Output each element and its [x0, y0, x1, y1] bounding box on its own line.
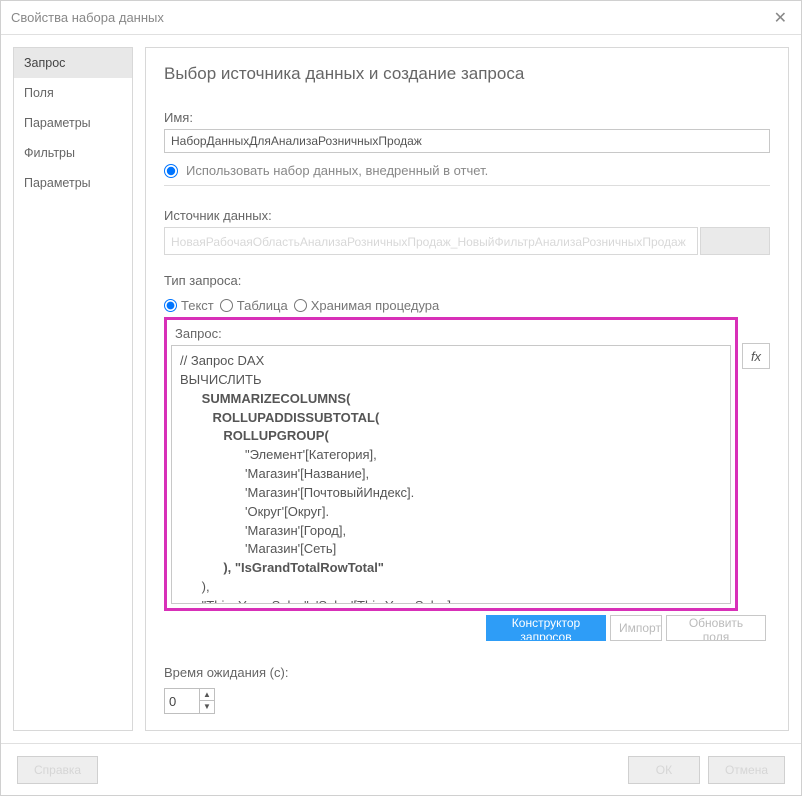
- divider: [164, 185, 770, 186]
- sidebar: Запрос Поля Параметры Фильтры Параметры: [13, 47, 133, 731]
- spinner-down-icon[interactable]: ▼: [200, 701, 214, 713]
- spinner-up-icon[interactable]: ▲: [200, 689, 214, 701]
- datasource-new-button[interactable]: [700, 227, 770, 255]
- import-button[interactable]: Импорт: [610, 615, 662, 641]
- embed-label: Использовать набор данных, внедренный в …: [186, 163, 488, 178]
- dialog-title: Свойства набора данных: [11, 10, 164, 25]
- sidebar-item-query[interactable]: Запрос: [14, 48, 132, 78]
- datasource-label: Источник данных:: [164, 208, 770, 223]
- ok-button[interactable]: ОК: [628, 756, 700, 784]
- dataset-properties-dialog: Свойства набора данных ✕ Запрос Поля Пар…: [0, 0, 802, 796]
- timeout-input[interactable]: [165, 689, 199, 713]
- help-button[interactable]: Справка: [17, 756, 98, 784]
- query-highlight-box: Запрос: // Запрос DAX ВЫЧИСЛИТЬ SUMMARIZ…: [164, 317, 738, 611]
- datasource-select[interactable]: НоваяРабочаяОбластьАнализаРозничныхПрода…: [164, 227, 698, 255]
- name-label: Имя:: [164, 110, 770, 125]
- name-input[interactable]: [164, 129, 770, 153]
- dialog-footer: Справка ОК Отмена: [1, 743, 801, 795]
- query-designer-button[interactable]: Конструктор запросов: [486, 615, 606, 641]
- sidebar-item-parameters[interactable]: Параметры: [14, 108, 132, 138]
- close-icon[interactable]: ✕: [770, 8, 791, 28]
- embed-radio[interactable]: [164, 164, 178, 178]
- cancel-button[interactable]: Отмена: [708, 756, 785, 784]
- page-title: Выбор источника данных и создание запрос…: [164, 64, 770, 84]
- dialog-body: Запрос Поля Параметры Фильтры Параметры …: [1, 35, 801, 743]
- titlebar: Свойства набора данных ✕: [1, 1, 801, 35]
- sidebar-item-fields[interactable]: Поля: [14, 78, 132, 108]
- qt-sproc-radio[interactable]: [294, 299, 307, 312]
- qt-text-radio[interactable]: [164, 299, 177, 312]
- refresh-fields-button[interactable]: Обновить поля: [666, 615, 766, 641]
- query-label: Запрос:: [167, 320, 735, 345]
- sidebar-item-filters[interactable]: Фильтры: [14, 138, 132, 168]
- main-panel: Выбор источника данных и создание запрос…: [145, 47, 789, 731]
- timeout-label: Время ожидания (с):: [164, 665, 770, 680]
- sidebar-item-parameters-2[interactable]: Параметры: [14, 168, 132, 198]
- query-textarea[interactable]: // Запрос DAX ВЫЧИСЛИТЬ SUMMARIZECOLUMNS…: [171, 345, 731, 604]
- querytype-label: Тип запроса:: [164, 273, 770, 288]
- qt-table-radio[interactable]: [220, 299, 233, 312]
- timeout-spinner[interactable]: ▲ ▼: [164, 688, 215, 714]
- fx-button[interactable]: fx: [742, 343, 770, 369]
